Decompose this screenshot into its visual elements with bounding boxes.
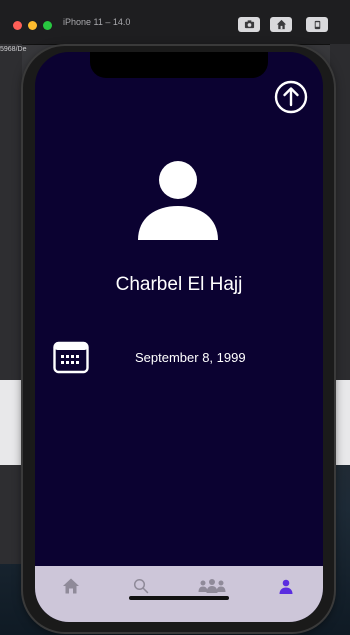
tab-group[interactable]	[197, 574, 227, 598]
background-editor-text: 5968/De	[0, 46, 27, 53]
group-icon	[198, 579, 226, 593]
simulator-title-bar: iPhone 11 – 14.0	[0, 0, 350, 45]
user-name: Charbel El Hajj	[115, 274, 243, 295]
background-editor-panel	[0, 44, 22, 564]
person-icon	[138, 161, 218, 240]
home-icon	[276, 19, 286, 30]
close-window-button[interactable]	[13, 21, 22, 30]
app-screen: Charbel El Hajj September 8, 1999	[35, 52, 323, 622]
search-icon	[133, 578, 149, 594]
tab-home[interactable]	[56, 574, 86, 598]
zoom-window-button[interactable]	[43, 21, 52, 30]
upload-button[interactable]	[272, 78, 310, 116]
minimize-window-button[interactable]	[28, 21, 37, 30]
birth-date: September 8, 1999	[135, 350, 246, 365]
screenshot-button[interactable]	[238, 17, 260, 32]
device-notch	[90, 52, 268, 78]
home-button[interactable]	[270, 17, 292, 32]
rotate-button[interactable]	[306, 17, 328, 32]
camera-icon	[244, 20, 254, 29]
tab-bar	[35, 566, 323, 622]
rotate-icon	[314, 20, 320, 30]
upload-icon	[274, 80, 308, 114]
simulator-title: iPhone 11 – 14.0	[63, 17, 131, 27]
tab-profile[interactable]	[271, 574, 301, 598]
desktop-background: iPhone 11 – 14.0 5968/De Charbel El Hajj…	[0, 0, 350, 635]
calendar-icon[interactable]	[53, 340, 89, 374]
tab-search[interactable]	[126, 574, 156, 598]
home-indicator[interactable]	[129, 596, 229, 600]
home-icon	[63, 578, 79, 594]
person-icon	[279, 579, 293, 594]
